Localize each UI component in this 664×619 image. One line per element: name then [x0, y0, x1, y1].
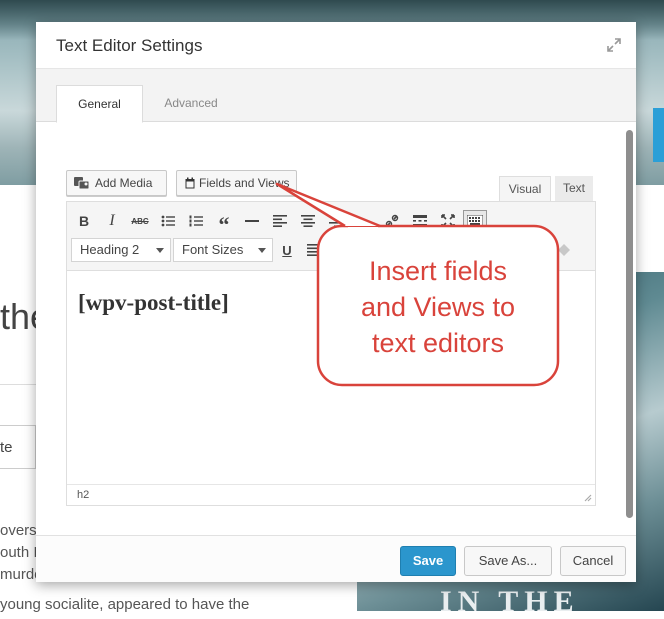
read-more-icon[interactable]	[409, 210, 431, 232]
tab-advanced[interactable]: Advanced	[151, 85, 231, 121]
callout-line: and Views to	[360, 292, 516, 322]
fullscreen-icon[interactable]	[437, 210, 459, 232]
bullet-list-icon[interactable]	[157, 210, 179, 232]
background-divider	[0, 384, 36, 385]
help-icon[interactable]	[553, 239, 575, 261]
background-text-line: outh I	[0, 544, 38, 561]
background-text-line: young socialite, appeared to have the	[0, 596, 250, 613]
tab-general[interactable]: General	[56, 85, 143, 123]
add-media-button[interactable]: Add Media	[66, 170, 167, 196]
element-path[interactable]: h2	[77, 489, 89, 501]
resize-handle-icon[interactable]	[582, 492, 592, 502]
italic-icon[interactable]: I	[101, 210, 123, 232]
unlink-icon[interactable]	[381, 210, 403, 232]
background-input: te	[0, 425, 36, 469]
callout-line: Insert fields	[368, 256, 508, 286]
dialog-tabs: General Advanced	[36, 69, 636, 123]
horizontal-rule-icon[interactable]	[241, 210, 263, 232]
align-left-icon[interactable]	[269, 210, 291, 232]
media-icon	[73, 175, 91, 191]
save-as-button[interactable]: Save As...	[464, 546, 552, 576]
chevron-down-icon	[258, 248, 266, 253]
background-blue-block	[653, 108, 664, 162]
calendar-icon	[185, 177, 195, 189]
chevron-down-icon	[156, 248, 164, 253]
blockquote-icon[interactable]: “	[213, 210, 235, 236]
background-text-line: overs	[0, 522, 37, 539]
toolbar-toggle-icon[interactable]	[463, 210, 487, 232]
save-button[interactable]: Save	[400, 546, 456, 576]
fields-and-views-button[interactable]: Fields and Views	[176, 170, 297, 196]
cancel-button[interactable]: Cancel	[560, 546, 626, 576]
expand-icon[interactable]	[606, 37, 622, 53]
font-size-select[interactable]: Font Sizes	[173, 238, 273, 262]
dialog-header: Text Editor Settings	[36, 22, 636, 69]
add-media-label: Add Media	[95, 176, 153, 190]
format-select[interactable]: Heading 2	[71, 238, 171, 262]
fields-and-views-label: Fields and Views	[199, 176, 290, 190]
dialog-title: Text Editor Settings	[56, 36, 203, 55]
callout-text: Insert fields and Views to text editors	[322, 253, 554, 361]
underline-icon[interactable]: U	[276, 239, 298, 261]
align-center-icon[interactable]	[297, 210, 319, 232]
strikethrough-icon[interactable]: ABC	[129, 210, 151, 232]
editor-tab-text[interactable]: Text	[555, 176, 593, 201]
editor-tab-visual[interactable]: Visual	[499, 176, 551, 201]
align-right-icon[interactable]	[325, 210, 347, 232]
dialog-footer: Save Save As... Cancel	[36, 535, 636, 582]
editor-content[interactable]: [wpv-post-title]	[78, 290, 229, 316]
background-book-title: IN THE	[440, 585, 580, 618]
editor-statusbar: h2	[67, 484, 595, 505]
callout-line: text editors	[371, 328, 505, 358]
bold-icon[interactable]: B	[73, 210, 95, 232]
dialog-scrollbar[interactable]	[626, 130, 633, 518]
numbered-list-icon[interactable]	[185, 210, 207, 232]
